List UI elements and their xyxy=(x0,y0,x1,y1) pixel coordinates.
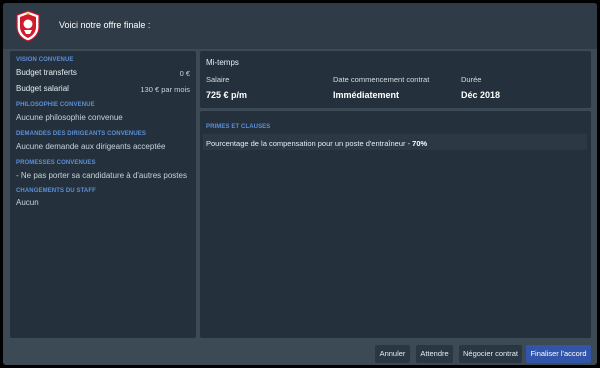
offer-dialog: Voici notre offre finale : Vision conven… xyxy=(3,3,597,365)
agreed-terms-panel: Vision convenue Budget transferts 0 € Bu… xyxy=(10,51,196,338)
section-title-clauses: Primes et clauses xyxy=(206,124,271,130)
duration-value: Déc 2018 xyxy=(461,90,501,100)
cancel-button[interactable]: Annuler xyxy=(375,345,410,363)
wait-button[interactable]: Attendre xyxy=(416,345,453,363)
staff-changes-value: Aucun xyxy=(16,198,39,207)
intro-text: Voici notre offre finale : xyxy=(59,20,151,30)
dialog-header: Voici notre offre finale : xyxy=(3,3,597,49)
salary-value: 725 € p/m xyxy=(206,90,248,100)
start-date-value: Immédiatement xyxy=(333,90,400,100)
clauses-card: Primes et clauses Pourcentage de la comp… xyxy=(200,111,591,338)
promises-value: - Ne pas porter sa candidature à d'autre… xyxy=(16,171,187,180)
finalize-deal-button[interactable]: Finaliser l'accord xyxy=(526,345,591,363)
section-title-staff-changes: Changements du staff xyxy=(16,188,96,194)
duration-label: Durée xyxy=(461,75,482,84)
section-title-board-requests: Demandes des dirigeants convenues xyxy=(16,131,146,137)
wage-budget-label: Budget salarial xyxy=(16,84,69,93)
wage-budget-value: 130 € par mois xyxy=(140,85,190,94)
club-crest-icon xyxy=(16,10,40,42)
transfer-budget-value: 0 € xyxy=(179,69,190,78)
philosophy-value: Aucune philosophie convenue xyxy=(16,113,123,122)
contract-summary-card: Mi-temps Salaire 725 € p/m Date commence… xyxy=(200,51,591,108)
start-date-label: Date commencement contrat xyxy=(333,75,430,84)
section-title-vision: Vision convenue xyxy=(16,57,74,63)
transfer-budget-label: Budget transferts xyxy=(16,68,77,77)
section-title-promises: Promesses convenues xyxy=(16,160,96,166)
clause-row: Pourcentage de la compensation pour un p… xyxy=(203,134,587,150)
clause-label: Pourcentage de la compensation pour un p… xyxy=(206,139,413,148)
section-title-philosophy: Philosophie convenue xyxy=(16,102,95,108)
negotiate-contract-button[interactable]: Négocier contrat xyxy=(459,345,522,363)
clause-text: Pourcentage de la compensation pour un p… xyxy=(206,139,427,148)
board-requests-value: Aucune demande aux dirigeants acceptée xyxy=(16,142,166,151)
contract-type: Mi-temps xyxy=(206,58,239,67)
clause-value: 70% xyxy=(412,139,428,148)
salary-label: Salaire xyxy=(206,75,230,84)
